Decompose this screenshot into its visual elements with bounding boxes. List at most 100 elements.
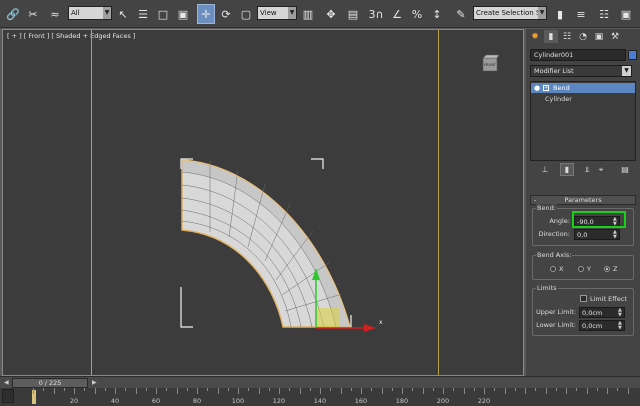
axis-x-radio[interactable] [550,266,556,272]
motion-tab-icon[interactable]: ◔ [576,30,590,43]
modifier-list-dropdown[interactable]: Modifier List ▼ [530,65,632,77]
show-end-result-icon[interactable]: ▮ [560,163,574,176]
curve-editor-icon[interactable] [2,389,14,403]
utilities-tab-icon[interactable]: ⚒ [608,30,622,43]
select-and-scale-icon[interactable]: ▢ [237,4,255,24]
track-bar-tick [402,388,403,394]
track-bar-tick [176,388,178,394]
track-bar-tick [238,388,239,394]
direction-label: Direction: [538,230,570,238]
track-bar-tick [627,388,629,394]
axis-y-label: Y [587,265,591,273]
track-bar-tick [432,388,434,391]
track-bar-tick [453,388,455,391]
track-bar-tick-label: 200 [436,397,450,405]
edit-named-selection-icon[interactable]: ✎ [452,4,470,24]
axis-z-radio[interactable] [604,266,610,272]
track-bar-tick [186,388,188,391]
spinner-arrows-icon[interactable]: ▲ ▼ [618,321,623,331]
track-bar-tick [463,388,465,394]
stack-item-cylinder-label: Cylinder [545,95,572,103]
chevron-down-icon: ▼ [103,7,111,19]
previous-frame-icon[interactable]: ◀ [4,379,10,387]
spinner-arrows-icon[interactable]: ▲ ▼ [613,230,618,240]
stack-item-bend-label: Bend [553,84,570,92]
direction-value: 0,0 [577,231,588,239]
select-by-name-icon[interactable]: ☰ [134,4,152,24]
track-bar-tick [514,388,516,391]
track-bar-tick [156,388,157,394]
unlink-icon[interactable]: ✂ [24,4,42,24]
track-bar-tick-label: 80 [192,397,202,405]
track-bar[interactable]: 20 40 60 80 100 120 140 160 180 200 220 [0,388,640,406]
reference-coordinate-dropdown[interactable]: View ▼ [257,6,297,20]
selection-filter-value: All [71,9,80,17]
select-and-move-icon[interactable]: ✛ [197,4,215,24]
named-selection-dropdown[interactable]: Create Selection Se ▼ [473,6,547,20]
axis-y-radio[interactable] [578,266,584,272]
direction-spinner[interactable]: 0,0 ▲ ▼ [574,229,620,240]
object-color-swatch[interactable] [628,50,637,60]
limits-group-label: Limits [536,284,558,292]
track-bar-tick [289,388,291,391]
display-tab-icon[interactable]: ▣ [592,30,606,43]
track-bar-tick [555,388,557,391]
track-bar-tick [525,388,526,394]
upper-limit-spinner[interactable]: 0,0cm ▲ ▼ [579,307,625,318]
lower-limit-value: 0,0cm [582,322,603,330]
select-and-rotate-icon[interactable]: ⟳ [217,4,235,24]
make-unique-icon[interactable]: ⫫ [580,163,594,176]
window-crossing-icon[interactable]: ▣ [174,4,192,24]
rectangular-selection-icon[interactable]: □ [154,4,172,24]
angle-snap-icon[interactable]: ∠ [388,4,406,24]
next-frame-icon[interactable]: ▶ [92,379,98,387]
stack-item-bend[interactable]: ● + Bend [531,83,635,93]
select-object-icon[interactable]: ↖ [114,4,132,24]
remove-modifier-icon[interactable]: ⌖ [594,163,608,176]
track-bar-tick [53,388,55,394]
hierarchy-tab-icon[interactable]: ☷ [560,30,574,43]
track-bar-tick [617,388,619,391]
pin-stack-icon[interactable]: ⊥ [538,163,552,176]
track-bar-tick [586,388,588,394]
lower-limit-spinner[interactable]: 0,0cm ▲ ▼ [579,320,625,331]
track-bar-tick [566,388,567,394]
align-icon[interactable]: ≡ [572,4,590,24]
light-bulb-icon[interactable]: ● [534,83,540,93]
limit-effect-checkbox[interactable] [580,295,587,302]
select-and-manipulate-icon[interactable]: ✥ [322,4,340,24]
keyboard-shortcut-icon[interactable]: ▤ [344,4,362,24]
modifier-stack: ● + Bend Cylinder [530,81,636,161]
create-tab-icon[interactable]: ✹ [528,30,542,43]
track-bar-tick [371,388,373,391]
spinner-arrows-icon[interactable]: ▲ ▼ [618,308,623,318]
select-and-link-icon[interactable]: 🔗 [4,4,22,24]
graphite-tools-icon[interactable]: ▣ [617,4,635,24]
upper-limit-label: Upper Limit: [535,308,576,316]
track-bar-tick [217,388,219,394]
snaps-toggle-icon[interactable]: 3 ∩ [367,4,385,24]
track-bar-tick [115,388,116,394]
track-bar-tick [63,388,65,391]
pivot-center-icon[interactable]: ▥ [299,4,317,24]
front-viewport[interactable]: [ + ] [ Front ] [ Shaded + Edged Faces ]… [2,29,524,376]
stack-item-cylinder[interactable]: Cylinder [531,94,635,104]
object-name-value: Cylinder001 [534,51,574,59]
time-slider-thumb[interactable]: 0 / 225 [12,378,88,388]
bind-space-warp-icon[interactable]: ≈ [46,4,64,24]
expand-icon[interactable]: + [543,85,549,91]
mirror-icon[interactable]: ▮ [551,4,569,24]
percent-snap-icon[interactable]: % [408,4,426,24]
layer-manager-icon[interactable]: ☷ [595,4,613,24]
track-bar-tick [84,388,86,391]
track-bar-tick [320,388,321,394]
object-name-field[interactable]: Cylinder001 [530,49,626,61]
upper-limit-value: 0,0cm [582,309,603,317]
spinner-snap-icon[interactable]: ↕ [428,4,446,24]
selection-filter-dropdown[interactable]: All ▼ [68,6,112,20]
configure-modifier-sets-icon[interactable]: ▤ [618,163,632,176]
track-bar-tick [330,388,332,391]
track-bar-tick [207,388,209,391]
modify-tab-icon[interactable]: ▮ [544,30,558,43]
time-slider[interactable]: ◀ 0 / 225 ▶ [0,376,640,388]
